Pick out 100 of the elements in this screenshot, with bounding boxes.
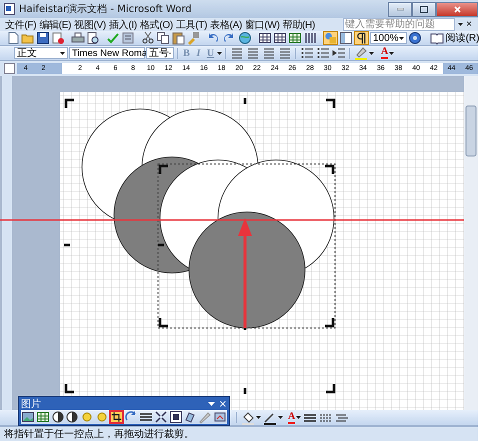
status-text: 将指针置于任一控点上，再拖动进行裁剪。 (4, 428, 194, 441)
spreadsheet-icon (288, 31, 302, 45)
align-button[interactable] (277, 46, 292, 60)
menu-item[interactable]: 格式(O) (140, 18, 173, 31)
contrast-button[interactable] (50, 410, 66, 424)
menu-item[interactable]: 插入(I) (108, 18, 137, 31)
caret-icon (256, 416, 261, 419)
canvas-corner[interactable] (326, 384, 336, 394)
align-button[interactable] (245, 46, 260, 60)
sun-icon (80, 410, 94, 424)
maximize-button[interactable] (412, 2, 436, 16)
font-color-button[interactable]: A (381, 47, 388, 59)
crop-handle[interactable] (158, 164, 168, 174)
help-button[interactable] (408, 31, 422, 45)
spreadsheet-button[interactable] (36, 410, 50, 424)
align-button[interactable] (229, 46, 244, 60)
canvas-handle[interactable] (244, 388, 246, 394)
list-button[interactable] (299, 46, 314, 60)
font-size-dropdown[interactable]: 五号 (146, 47, 174, 59)
crop-handle[interactable] (325, 164, 334, 174)
menu-item[interactable]: 视图(V) (74, 18, 106, 31)
redo-icon (222, 31, 236, 45)
text-wrap-icon (168, 410, 183, 424)
clipboard-icon (171, 31, 185, 45)
redo-button[interactable] (222, 31, 236, 45)
contrast-button[interactable] (65, 410, 80, 424)
copy-button[interactable] (156, 31, 170, 45)
paint-bucket-button[interactable] (240, 410, 255, 424)
help-search-field[interactable]: 键入需要帮助的问题 (343, 18, 456, 31)
caret-icon (369, 52, 374, 54)
caret-icon (398, 36, 404, 40)
compress-button[interactable] (154, 410, 168, 424)
menu-item[interactable]: 帮助(H) (282, 18, 315, 31)
indent-icon (332, 46, 346, 60)
caret-icon (296, 416, 302, 419)
align-icon (278, 46, 292, 60)
tab-selector[interactable] (4, 63, 15, 74)
scissors-icon (141, 31, 155, 45)
font-dropdown[interactable]: Times New Roma (69, 47, 145, 59)
print-preview-button[interactable] (86, 31, 100, 45)
table-button[interactable] (273, 31, 287, 45)
canvas-corner[interactable] (64, 98, 74, 108)
document-map-button[interactable] (339, 31, 353, 45)
crop-handle[interactable] (158, 244, 164, 246)
columns-button[interactable] (303, 31, 317, 45)
menu-item[interactable]: 文件(F) (5, 18, 36, 31)
read-button[interactable]: 阅读(R) (430, 31, 480, 45)
zoom-field[interactable]: 100% (370, 32, 407, 44)
font-color-button[interactable]: A (288, 412, 296, 424)
printer-button[interactable] (71, 31, 85, 45)
reset-button[interactable] (212, 410, 227, 424)
clipboard-button[interactable] (171, 31, 185, 45)
menu-item[interactable]: 表格(A) (210, 18, 242, 31)
research-icon (121, 31, 135, 45)
close-toolbar-button[interactable]: × (218, 398, 227, 410)
pilcrow-button[interactable] (354, 31, 369, 45)
picture-icon (21, 410, 36, 424)
permission-button[interactable] (51, 31, 65, 45)
crop-handle[interactable] (158, 318, 168, 328)
book-icon (430, 31, 444, 45)
scissors-button[interactable] (141, 31, 155, 45)
canvas-corner[interactable] (64, 384, 74, 394)
close-button[interactable] (436, 2, 478, 16)
menu-item[interactable]: 工具(T) (176, 18, 208, 31)
canvas-corner[interactable] (326, 98, 336, 108)
close-document-button[interactable]: × (466, 19, 472, 30)
research-button[interactable] (121, 31, 135, 45)
pilcrow-icon (355, 31, 368, 45)
contrast-icon (65, 410, 80, 424)
line-weight-button[interactable] (138, 410, 154, 424)
line-color-button[interactable] (262, 410, 277, 424)
indent-button[interactable] (331, 46, 346, 60)
align-button[interactable] (261, 46, 276, 60)
crop-handle[interactable] (325, 318, 334, 328)
contrast-icon (50, 410, 65, 424)
canvas-handle[interactable] (244, 98, 246, 104)
checkmark-button[interactable] (106, 31, 120, 45)
document-icon (4, 3, 15, 15)
caret-icon (60, 52, 65, 54)
crop-button[interactable] (109, 410, 124, 424)
list-button[interactable] (315, 46, 330, 60)
globe-button[interactable] (238, 31, 252, 45)
copy-icon (156, 31, 170, 45)
picture-button[interactable] (21, 410, 36, 424)
style-dropdown[interactable]: 正文 (14, 47, 68, 59)
help-icon (408, 31, 422, 45)
caret-icon[interactable] (208, 402, 215, 406)
spreadsheet-button[interactable] (288, 31, 302, 45)
table-button[interactable] (258, 31, 272, 45)
highlighter-button[interactable] (353, 46, 368, 60)
menu-item[interactable]: 窗口(W) (245, 18, 280, 31)
menu-item[interactable]: 编辑(E) (39, 18, 72, 31)
align-icon (230, 46, 244, 60)
text-wrap-button[interactable] (168, 410, 183, 424)
columns-icon (303, 31, 317, 45)
maximize-icon (420, 6, 428, 12)
paint-bucket-icon (240, 410, 254, 424)
floppy-disk-button[interactable] (36, 31, 50, 45)
canvas-handle[interactable] (64, 244, 70, 246)
list-icon (300, 46, 314, 60)
